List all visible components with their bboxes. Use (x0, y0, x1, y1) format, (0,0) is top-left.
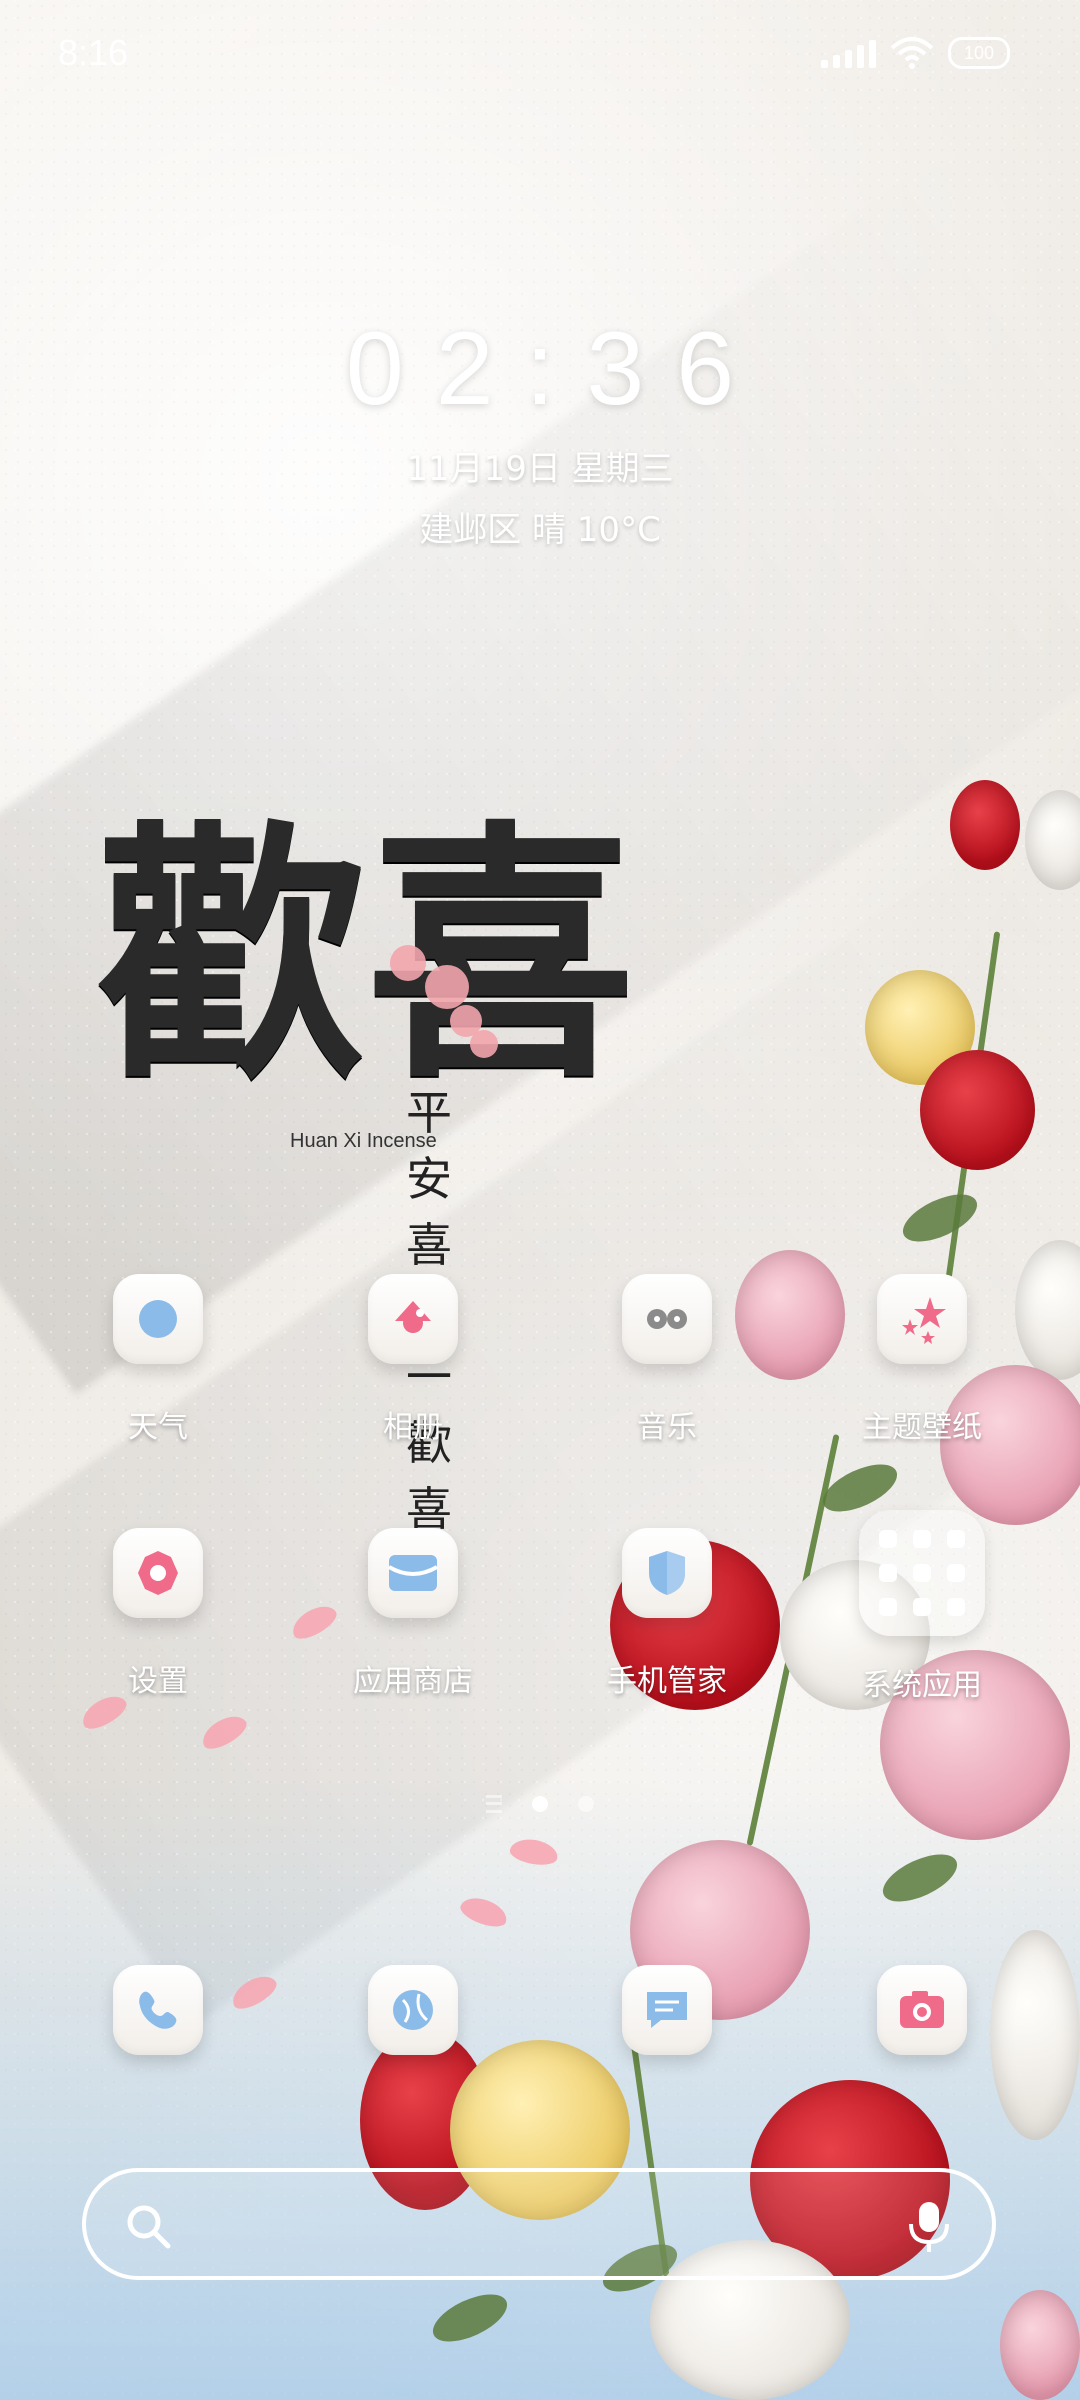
music-icon (622, 1274, 712, 1364)
settings-icon (113, 1528, 203, 1618)
page-indicator[interactable] (0, 1795, 1080, 1813)
app-label-store: 应用商店 (353, 1664, 473, 1699)
app-label-security: 手机管家 (607, 1664, 727, 1699)
app-settings[interactable]: 设置 (68, 1528, 248, 1700)
page-dot-active[interactable] (532, 1796, 548, 1812)
app-themes[interactable]: 主题壁纸 (832, 1274, 1012, 1446)
search-icon[interactable] (124, 2202, 174, 2256)
camera-icon (877, 1965, 967, 2055)
status-icons: 100 (821, 36, 1010, 70)
clock-weather: 建邺区 晴 10°C (419, 510, 661, 550)
mic-icon[interactable] (904, 2198, 954, 2258)
browser-icon (368, 1965, 458, 2055)
app-label-system-apps: 系统应用 (862, 1668, 982, 1703)
themes-icon (877, 1274, 967, 1364)
clock-widget[interactable]: 02:36 11月19日 星期三 建邺区 晴 10°C (0, 310, 1080, 551)
app-label-themes: 主题壁纸 (862, 1410, 982, 1445)
dock-messages[interactable] (577, 1965, 757, 2055)
status-time: 8:16 (58, 32, 129, 73)
messages-icon (622, 1965, 712, 2055)
page-dot[interactable] (578, 1796, 594, 1812)
dock-browser[interactable] (323, 1965, 503, 2055)
signal-icon (821, 38, 876, 68)
clock-date: 11月19日 星期三 (406, 449, 674, 489)
app-music[interactable]: 音乐 (577, 1274, 757, 1446)
dock-camera[interactable] (832, 1965, 1012, 2055)
folder-icon (859, 1510, 985, 1636)
clock-time: 02:36 (345, 311, 767, 427)
phone-icon (113, 1965, 203, 2055)
app-label-weather: 天气 (128, 1410, 188, 1445)
page-indicator-menu[interactable] (486, 1795, 502, 1813)
weather-icon (113, 1274, 203, 1364)
security-icon (622, 1528, 712, 1618)
app-label-gallery: 相册 (383, 1410, 443, 1445)
app-label-music: 音乐 (637, 1410, 697, 1445)
search-bar[interactable] (82, 2168, 996, 2280)
app-security[interactable]: 手机管家 (577, 1528, 757, 1700)
wallpaper-calligraphy: 歡喜 (96, 796, 636, 1114)
app-gallery[interactable]: 相册 (323, 1274, 503, 1446)
folder-system-apps[interactable]: 系统应用 (832, 1510, 1012, 1704)
app-store-icon (368, 1528, 458, 1618)
battery-icon: 100 (948, 37, 1010, 69)
dock-phone[interactable] (68, 1965, 248, 2055)
app-store[interactable]: 应用商店 (323, 1528, 503, 1700)
gallery-icon (368, 1274, 458, 1364)
app-weather[interactable]: 天气 (68, 1274, 248, 1446)
wifi-icon (890, 36, 934, 70)
app-label-settings: 设置 (128, 1664, 188, 1699)
status-bar: 8:16 100 (0, 0, 1080, 80)
